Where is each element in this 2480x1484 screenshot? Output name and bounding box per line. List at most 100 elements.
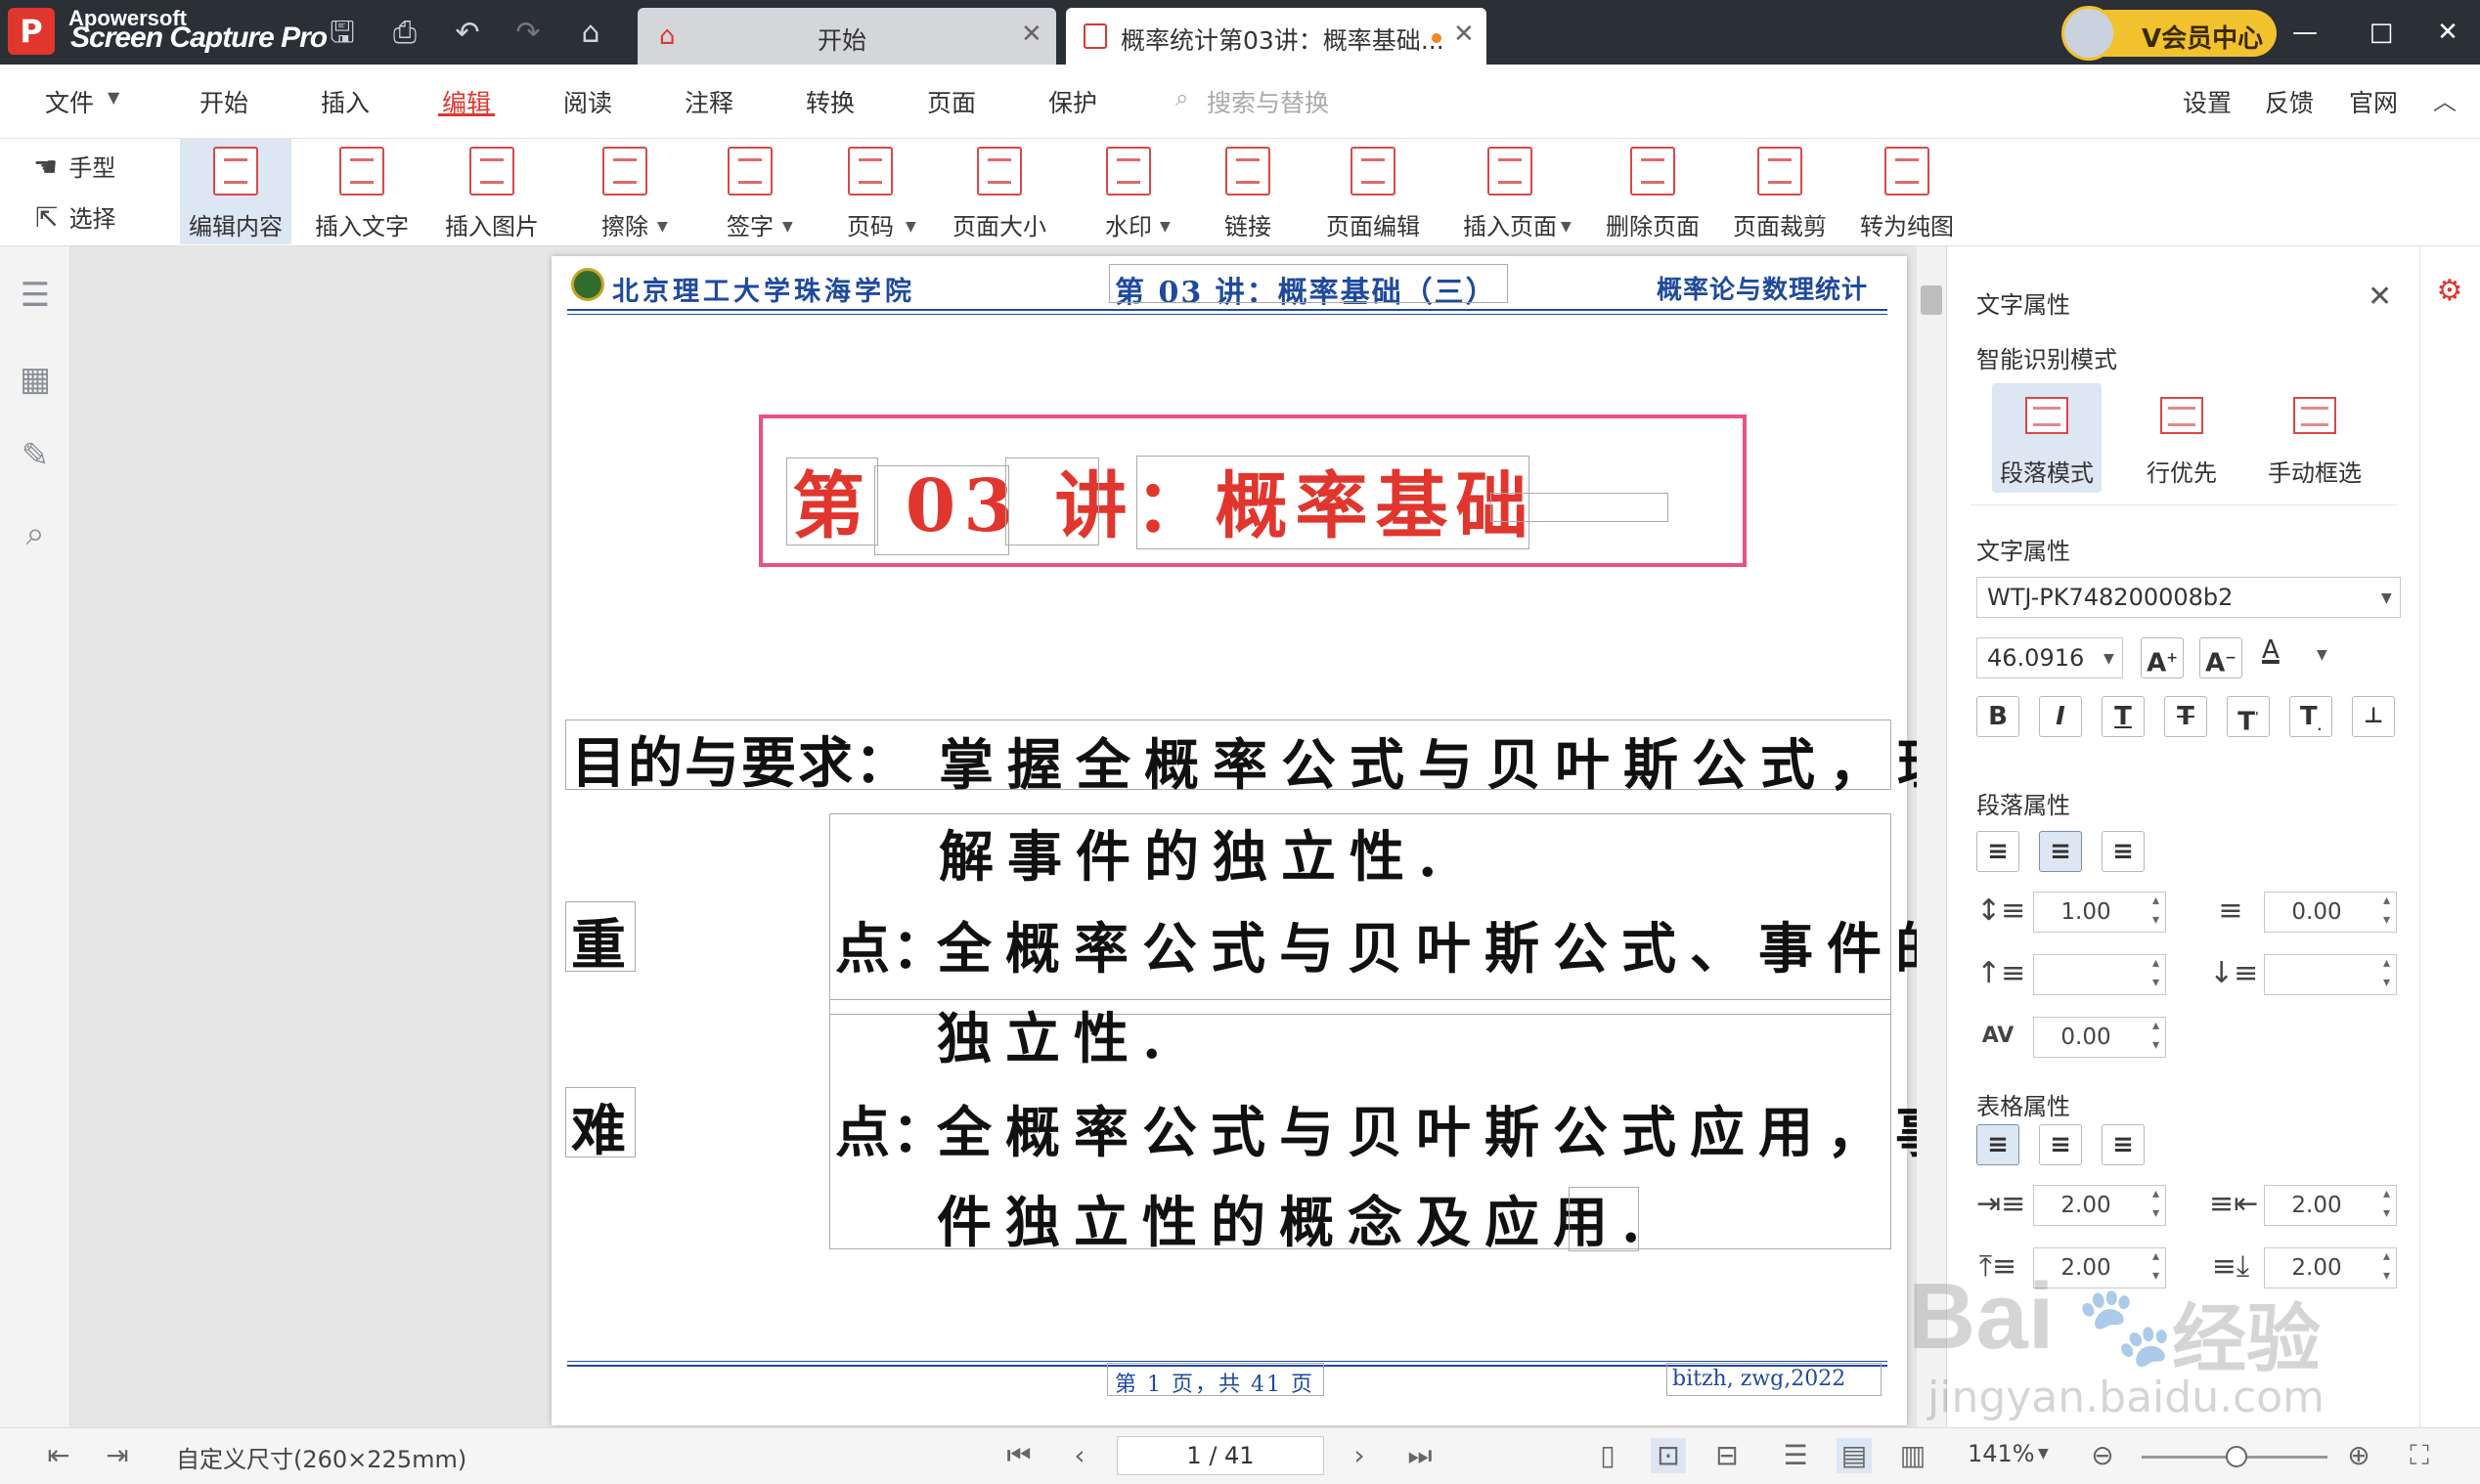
underline-button[interactable]: T [2102, 696, 2145, 737]
search-replace-input[interactable]: 搜索与替换 [1207, 84, 1329, 119]
fit-width-icon[interactable]: ⊟ [1709, 1438, 1745, 1473]
zoom-in-icon[interactable]: ⊕ [2341, 1438, 2376, 1473]
table-align-right-button[interactable]: ≡ [2102, 1124, 2145, 1165]
menu-insert[interactable]: 插入 [321, 84, 370, 119]
chevron-down-icon[interactable]: ▼ [782, 219, 793, 235]
tab-home[interactable]: ⌂ 开始 ✕ [638, 8, 1056, 65]
scroll-thumb[interactable] [1921, 285, 1942, 315]
subscript-button[interactable]: T. [2289, 696, 2332, 737]
single-page-icon[interactable]: ▤ [1837, 1438, 1872, 1473]
bold-button[interactable]: B [1976, 696, 2019, 737]
minimize-button[interactable]: — [2281, 10, 2329, 55]
close-icon[interactable]: ✕ [2368, 280, 2392, 314]
align-center-button[interactable]: ≡ [2039, 831, 2082, 872]
edit-content-button[interactable]: 编辑内容 [180, 139, 291, 244]
fullscreen-icon[interactable]: ⛶ [2402, 1438, 2437, 1473]
menu-convert[interactable]: 转换 [806, 84, 855, 119]
prev-page-icon[interactable]: ‹ [1062, 1438, 1097, 1473]
tab-document[interactable]: 概率统计第03讲：概率基础... ✕ [1066, 8, 1486, 65]
annotation-icon[interactable]: ✎ [16, 436, 55, 475]
chevron-down-icon[interactable]: ▼ [906, 219, 916, 235]
continuous-view-icon[interactable]: ☰ [1778, 1438, 1813, 1473]
chevron-down-icon[interactable]: ▼ [2038, 1446, 2049, 1462]
line-priority-button[interactable]: 行优先 [2127, 383, 2236, 493]
insert-image-button[interactable]: 插入图片 [436, 139, 548, 244]
vip-center-button[interactable]: V会员中心 [2061, 6, 2277, 61]
insert-page-button[interactable]: 插入页面 [1453, 139, 1567, 244]
undo-icon[interactable]: ↶ [448, 14, 487, 53]
hand-tool[interactable]: ☚ 手型 [33, 149, 115, 184]
font-name-select[interactable]: WTJ-PK748200008b2 [1976, 577, 2401, 618]
page-indicator-input[interactable]: 1 / 41 [1117, 1436, 1324, 1475]
align-right-button[interactable]: ≡ [2102, 831, 2145, 872]
page-size-button[interactable]: 页面大小 [943, 139, 1056, 244]
prev-view-icon[interactable]: ⇤ [41, 1438, 76, 1473]
chevron-down-icon[interactable]: ▼ [1160, 219, 1171, 235]
menu-website[interactable]: 官网 [2349, 84, 2398, 119]
insert-text-button[interactable]: 插入文字 [305, 139, 419, 244]
table-margin-right-input[interactable]: 2.00 [2264, 1184, 2397, 1226]
page-number-button[interactable]: 页码 [821, 139, 919, 244]
space-after-input[interactable] [2264, 953, 2397, 995]
search-panel-icon[interactable]: ⌕ [16, 514, 55, 553]
sliders-icon[interactable]: ⚙ [2430, 272, 2469, 311]
last-page-icon[interactable]: ⏭ [1402, 1438, 1438, 1473]
table-margin-left-input[interactable]: 2.00 [2033, 1184, 2166, 1226]
paragraph-mode-button[interactable]: 段落模式 [1992, 383, 2102, 493]
menu-home[interactable]: 开始 [199, 84, 248, 119]
zoom-slider-thumb[interactable] [2226, 1446, 2247, 1467]
page-edit-button[interactable]: 页面编辑 [1316, 139, 1430, 244]
menu-settings[interactable]: 设置 [2183, 84, 2232, 119]
page-crop-button[interactable]: 页面裁剪 [1723, 139, 1837, 244]
menu-feedback[interactable]: 反馈 [2265, 84, 2314, 119]
font-size-select[interactable]: 46.0916 [1976, 637, 2123, 678]
collapse-ribbon-icon[interactable]: ︿ [2433, 82, 2457, 116]
chevron-down-icon[interactable]: ▼ [1561, 219, 1572, 235]
fit-page-icon[interactable]: ⊡ [1651, 1438, 1686, 1473]
vertical-scrollbar[interactable] [1917, 246, 1946, 1427]
font-color-icon[interactable]: A [2262, 635, 2280, 665]
align-left-button[interactable]: ≡ [1976, 831, 2019, 872]
line-spacing-input[interactable]: 1.00 [2033, 891, 2166, 933]
zoom-out-icon[interactable]: ⊖ [2085, 1438, 2120, 1473]
superscript-button[interactable]: T' [2227, 696, 2270, 737]
decrease-font-button[interactable]: A− [2199, 637, 2242, 678]
tab-close-icon[interactable]: ✕ [1453, 20, 1475, 49]
chevron-down-icon[interactable]: ▼ [657, 219, 668, 235]
zoom-level[interactable]: 141% [1968, 1440, 2035, 1467]
increase-font-button[interactable]: A+ [2141, 637, 2184, 678]
first-page-icon[interactable]: ⏮ [1001, 1438, 1037, 1473]
table-align-left-button[interactable]: ≡ [1976, 1124, 2019, 1165]
redo-icon[interactable]: ↷ [509, 14, 548, 53]
share-icon[interactable]: ⌂ [571, 14, 610, 53]
maximize-button[interactable]: □ [2357, 10, 2406, 55]
strikethrough-button[interactable]: T [2164, 696, 2207, 737]
next-view-icon[interactable]: ⇥ [100, 1438, 135, 1473]
save-icon[interactable]: 🖫 [323, 14, 362, 53]
double-page-icon[interactable]: ▥ [1895, 1438, 1930, 1473]
pdf-page[interactable]: 北京理工大学珠海学院 第 03 讲：概率基础（三） 概率论与数理统计 第 03 … [552, 256, 1952, 1425]
thumbnail-icon[interactable]: ▦ [16, 360, 55, 399]
manual-select-button[interactable]: 手动框选 [2260, 383, 2369, 493]
paragraph-spacing-input[interactable]: 0.00 [2264, 891, 2397, 933]
print-icon[interactable]: ⎙ [385, 14, 424, 53]
menu-annotate[interactable]: 注释 [685, 84, 733, 119]
menu-page[interactable]: 页面 [927, 84, 976, 119]
space-before-input[interactable] [2033, 953, 2166, 995]
menu-file[interactable]: 文件 [45, 84, 94, 119]
actual-size-icon[interactable]: ▯ [1590, 1438, 1625, 1473]
outline-icon[interactable]: ☰ [16, 276, 55, 315]
italic-button[interactable]: I [2039, 696, 2082, 737]
tab-close-icon[interactable]: ✕ [1021, 20, 1042, 49]
menu-protect[interactable]: 保护 [1048, 84, 1097, 119]
to-image-button[interactable]: 转为纯图 [1850, 139, 1964, 244]
link-button[interactable]: 链接 [1201, 139, 1295, 244]
delete-page-button[interactable]: 删除页面 [1596, 139, 1709, 244]
close-button[interactable]: ✕ [2423, 10, 2472, 55]
chevron-down-icon[interactable]: ▼ [2317, 647, 2327, 663]
char-spacing-input[interactable]: 0.00 [2033, 1016, 2166, 1058]
baseline-button[interactable]: ⊥ [2352, 696, 2395, 737]
menu-read[interactable]: 阅读 [563, 84, 612, 119]
select-tool[interactable]: ⇱ 选择 [35, 199, 116, 235]
table-align-center-button[interactable]: ≡ [2039, 1124, 2082, 1165]
